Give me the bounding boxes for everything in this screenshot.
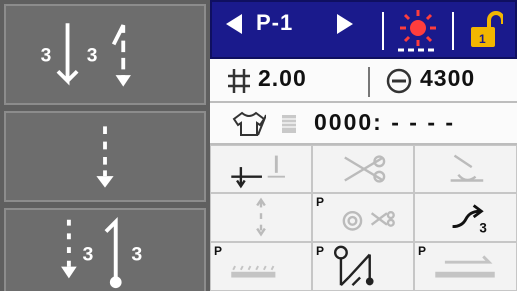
- function-key-grid: P 3 P P P: [210, 145, 517, 291]
- backtack-count-label-2: 3: [87, 46, 98, 67]
- reverse-stitch-key[interactable]: [210, 193, 312, 242]
- stitch-pitch-value[interactable]: 2.00: [258, 65, 307, 92]
- program-label: P-1: [256, 10, 294, 35]
- speed-icon: [386, 68, 412, 94]
- wiper-icon: [450, 154, 484, 182]
- needle-position-key[interactable]: [210, 145, 312, 193]
- presser-foot-icon: [333, 245, 374, 287]
- max-speed-value[interactable]: 4300: [420, 65, 475, 92]
- fabric-feed-icon: [435, 255, 495, 278]
- unlock-icon[interactable]: 1: [467, 11, 503, 49]
- stitch-pitch-icon: [228, 69, 250, 93]
- info-panel: P-1 1 2.00 4300 0000: - - - - P 3 P P P: [210, 0, 517, 291]
- pitch-speed-row: 2.00 4300: [210, 59, 517, 103]
- gathering-icon: [231, 265, 276, 278]
- counter-row: 0000: - - - -: [210, 103, 517, 145]
- thread-trim-icon: [342, 211, 395, 231]
- backtack-count-label: 3: [41, 46, 52, 67]
- svg-text:3: 3: [131, 244, 142, 266]
- next-program-icon[interactable]: [331, 10, 359, 38]
- thread-trimmer-key[interactable]: [312, 145, 414, 193]
- thread-wiper-key[interactable]: [414, 145, 517, 193]
- bobbin-counter-icon: [282, 115, 296, 133]
- sun-light-icon[interactable]: [394, 6, 442, 54]
- row-separator: [368, 67, 370, 97]
- gathering-key[interactable]: P: [210, 242, 312, 291]
- mode-end-backtack-button[interactable]: 3 3: [4, 208, 206, 291]
- needle-position-icon: [231, 155, 285, 189]
- prev-program-icon[interactable]: [220, 10, 248, 38]
- back-tack-count-badge: 3: [479, 220, 486, 235]
- straight-stitch-icon: [96, 126, 114, 188]
- garment-counter-icon: [232, 111, 266, 136]
- fabric-feed-key[interactable]: P: [414, 242, 517, 291]
- presser-foot-key[interactable]: P: [312, 242, 414, 291]
- scissors-icon: [344, 155, 386, 183]
- mode-straight-button[interactable]: [4, 111, 206, 202]
- counter-value[interactable]: 0000: - - - -: [314, 109, 455, 136]
- thread-trim-key[interactable]: P: [312, 193, 414, 242]
- back-tack-icon: 3: [452, 204, 487, 235]
- program-header: P-1 1: [210, 0, 517, 59]
- end-backtack-icon: 3 3: [61, 216, 142, 289]
- back-tack-count-key[interactable]: 3: [414, 193, 517, 242]
- header-divider: [382, 12, 384, 50]
- stitch-mode-panel: 3 3 3 3: [0, 0, 210, 291]
- header-divider-2: [452, 12, 454, 50]
- mode-backtack-both-button[interactable]: 3 3: [4, 4, 206, 105]
- reverse-stitch-icon: [256, 197, 266, 237]
- backtack-start-end-icon: 3 3: [41, 23, 131, 87]
- svg-text:1: 1: [479, 32, 486, 46]
- svg-text:3: 3: [83, 244, 94, 266]
